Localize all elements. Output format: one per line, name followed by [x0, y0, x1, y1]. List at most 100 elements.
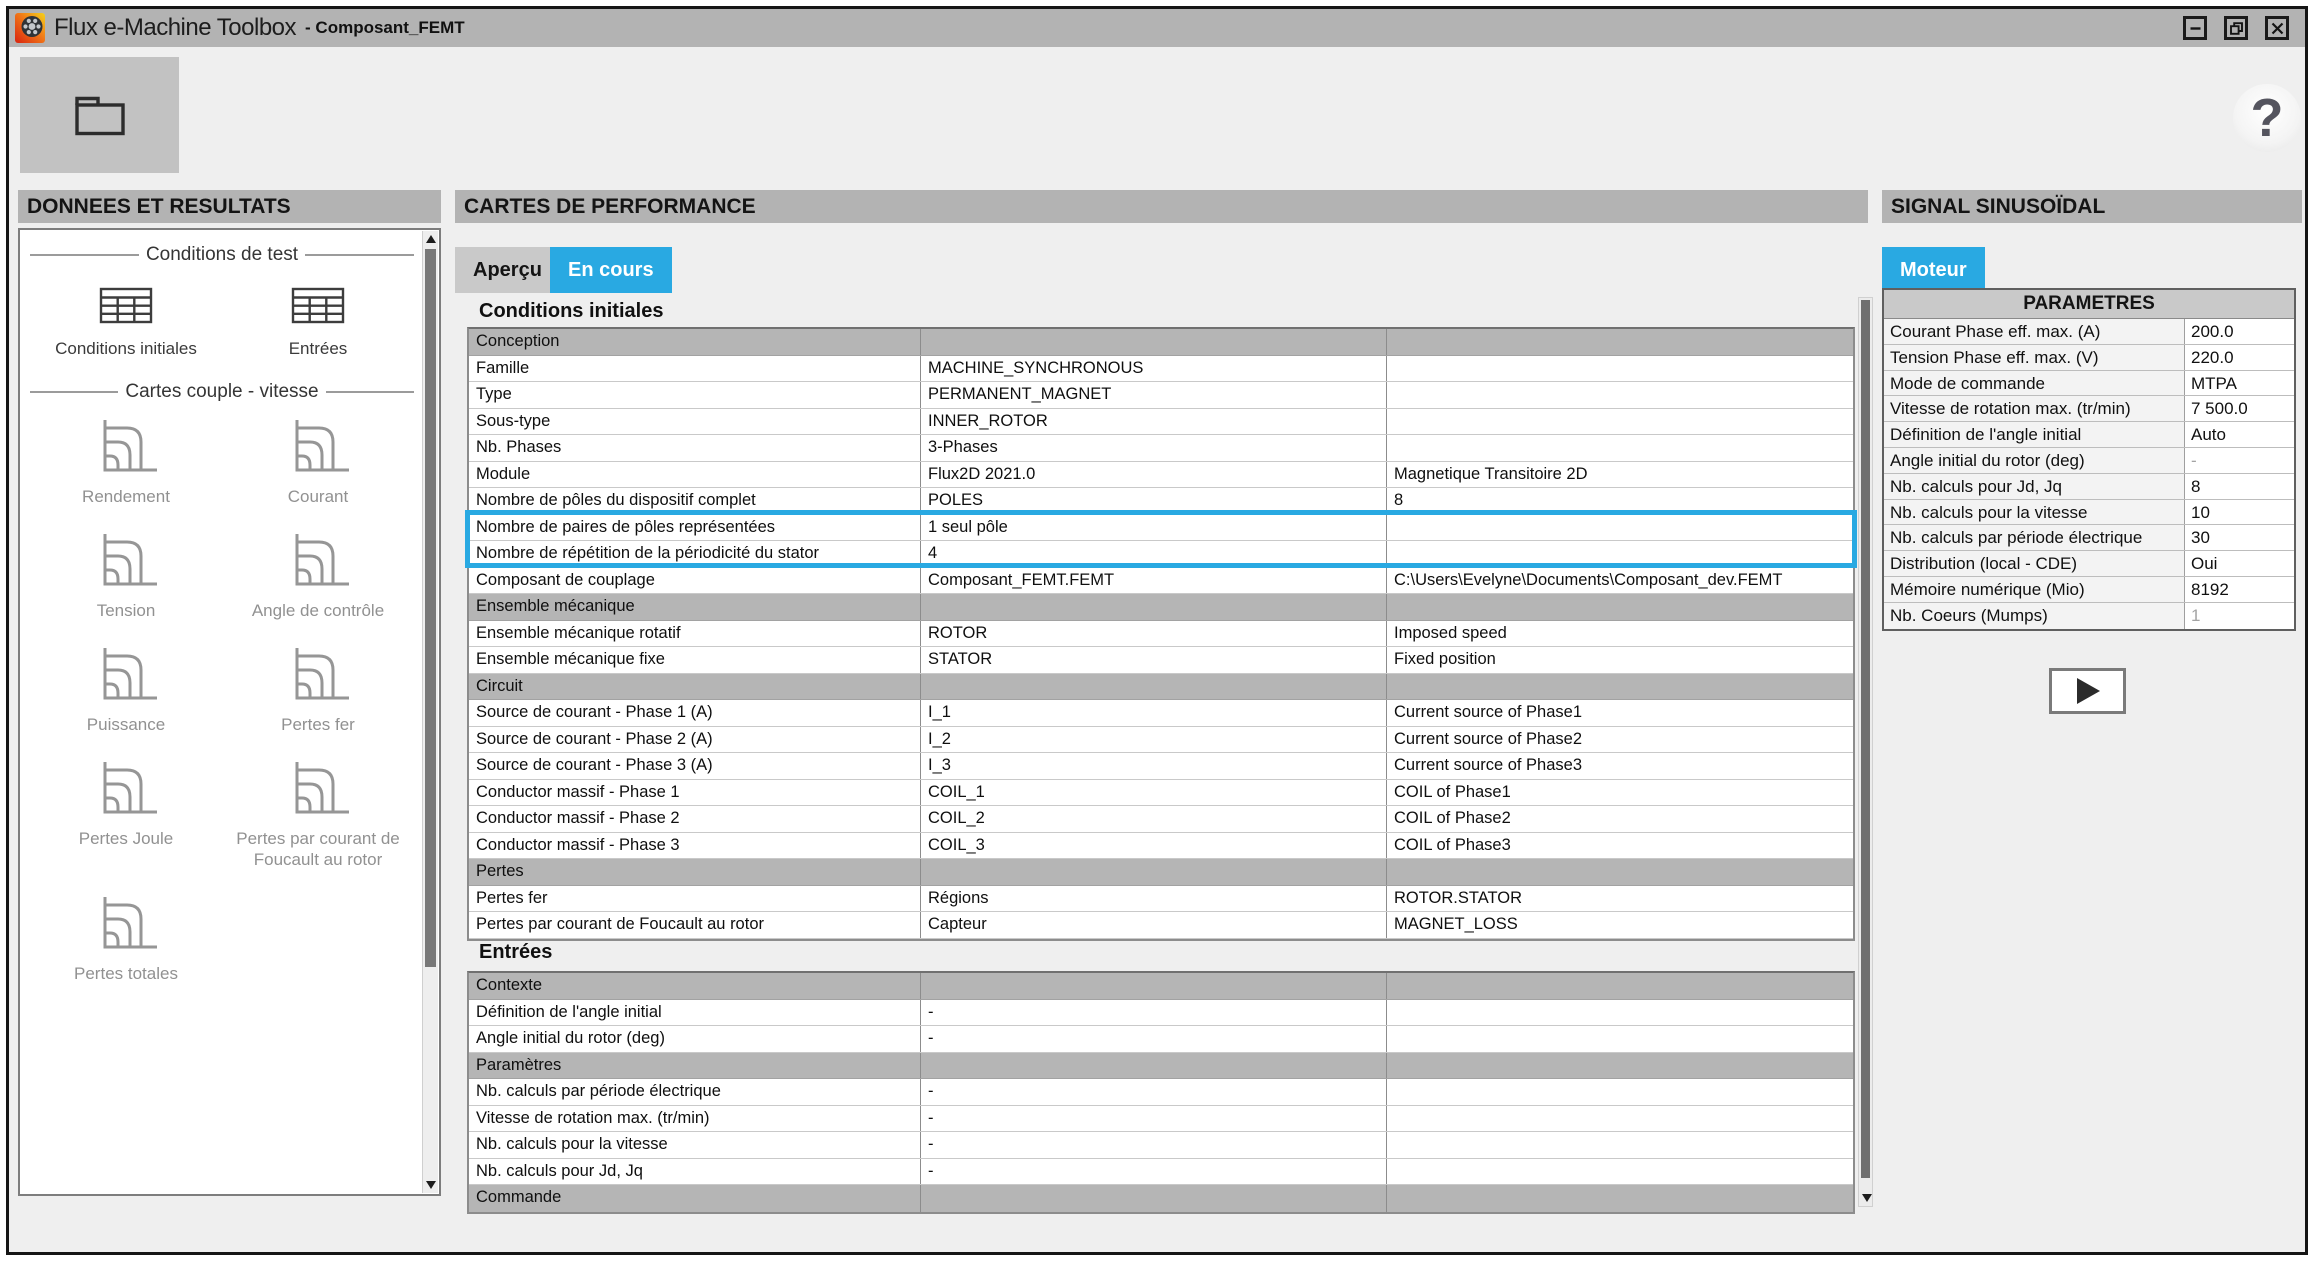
data-results-content: Conditions de test Conditions initiales En…	[20, 230, 422, 1194]
table-cell-c3	[1387, 409, 1853, 435]
table-cell-c1: Ensemble mécanique fixe	[469, 647, 921, 673]
test-card[interactable]: Entrées	[289, 282, 347, 359]
legend-line	[325, 391, 414, 393]
tab-en-cours[interactable]: En cours	[550, 247, 672, 293]
group-legend-label: Conditions de test	[145, 244, 299, 265]
parameter-value[interactable]: 200.0	[2185, 319, 2294, 344]
parameter-row: Tension Phase eff. max. (V) 220.0	[1884, 344, 2294, 371]
table-cell-c3	[1387, 1053, 1853, 1079]
window-controls	[2183, 16, 2289, 40]
table-cell-c3	[1387, 1185, 1853, 1212]
map-card[interactable]: Angle de contrôle	[252, 533, 384, 621]
parameter-value[interactable]: 1	[2185, 602, 2294, 629]
group-legend-label: Cartes couple - vitesse	[125, 381, 319, 402]
left-scrollbar-thumb[interactable]	[425, 249, 436, 967]
close-icon[interactable]	[2265, 16, 2289, 40]
open-project-button[interactable]	[20, 57, 179, 173]
parameter-value[interactable]: Auto	[2185, 422, 2294, 447]
table-cell-c3: C:\Users\Evelyne\Documents\Composant_dev…	[1394, 570, 1783, 589]
left-scrollbar[interactable]	[422, 231, 438, 1193]
parameter-label: Nb. calculs pour la vitesse	[1884, 499, 2185, 525]
help-icon[interactable]: ?	[2233, 84, 2301, 152]
tab-apercu[interactable]: Aperçu	[455, 247, 560, 293]
table-row: Ensemble mécanique fixe STATOR Fixed posit…	[469, 647, 1853, 674]
parameter-value[interactable]: 8	[2185, 473, 2294, 499]
table-row: Définition de l'angle initial -	[469, 999, 1853, 1026]
table-section-row: Paramètres	[469, 1052, 1853, 1079]
table-section-row: Circuit	[469, 673, 1853, 700]
map-icon	[286, 647, 350, 705]
table-row: Conductor massif - Phase 2 COIL_2 COIL of …	[469, 806, 1853, 833]
table-cell-c2: Régions	[921, 885, 1387, 911]
test-card[interactable]: Conditions initiales	[55, 282, 197, 359]
scroll-up-icon[interactable]	[425, 235, 436, 243]
map-card[interactable]: Rendement	[82, 419, 170, 507]
center-scrollbar-thumb[interactable]	[1861, 300, 1870, 1178]
map-card[interactable]: Puissance	[87, 647, 165, 735]
parameter-label: Nb. Coeurs (Mumps)	[1884, 602, 2185, 629]
restore-button[interactable]	[2224, 16, 2248, 40]
table-cell-c3	[1387, 435, 1853, 461]
minimize-button[interactable]	[2183, 16, 2207, 40]
icon-grid: Rendement Courant Tension Angle de contrôle…	[30, 419, 414, 984]
table-cell-c2: -	[921, 1079, 1387, 1105]
card-label: Tension	[96, 601, 156, 620]
parameter-value[interactable]: -	[2185, 447, 2294, 473]
parameter-label: Angle initial du rotor (deg)	[1884, 447, 2185, 473]
scroll-down-icon[interactable]	[1861, 1194, 1872, 1202]
table-row: Nb. calculs pour Jd, Jq -	[469, 1158, 1853, 1185]
table-cell-c2: I_1	[921, 700, 1387, 726]
parameter-value[interactable]: 10	[2185, 499, 2294, 525]
right-panel-header: SIGNAL SINUSOÏDAL	[1882, 190, 2302, 223]
table-cell-c1: Nb. calculs par période électrique	[469, 1079, 921, 1105]
tab-moteur[interactable]: Moteur	[1882, 247, 1985, 293]
scroll-down-icon[interactable]	[425, 1181, 436, 1189]
table-row: Nb. calculs pour la vitesse -	[469, 1132, 1853, 1159]
parameters-rows: Courant Phase eff. max. (A) 200.0 Tension …	[1884, 319, 2294, 629]
parameter-label: Courant Phase eff. max. (A)	[1884, 319, 2185, 344]
parameter-value[interactable]: 30	[2185, 525, 2294, 551]
run-button[interactable]	[2049, 668, 2126, 714]
map-card[interactable]: Courant	[286, 419, 350, 507]
table-cell-c3	[1387, 1106, 1853, 1132]
table-row: Pertes fer Régions ROTOR.STATOR	[469, 885, 1853, 912]
map-card[interactable]: Pertes fer	[281, 647, 355, 735]
parameter-value[interactable]: 8192	[2185, 576, 2294, 602]
table-cell-c2: ROTOR	[921, 620, 1387, 646]
parameter-value[interactable]: 7 500.0	[2185, 396, 2294, 422]
table-row: Composant de couplage Composant_FEMT.FEMT…	[469, 567, 1853, 594]
table-cell-c3: 8	[1394, 491, 1404, 509]
table-cell-c3: Current source of Phase1	[1394, 703, 1583, 721]
table-cell-c3: Current source of Phase3	[1394, 756, 1583, 774]
table-cell-c1: Conductor massif - Phase 1	[469, 779, 921, 805]
table-cell-c3	[1387, 356, 1853, 382]
card-label: Courant	[287, 487, 349, 506]
table-cell-c2: -	[921, 1105, 1387, 1131]
map-card[interactable]: Tension	[94, 533, 158, 621]
table-cell-c3	[1387, 329, 1853, 355]
table-cell-c2: -	[921, 1158, 1387, 1184]
table-cell-c2: MACHINE_SYNCHRONOUS	[921, 355, 1387, 381]
app-window: Flux e-Machine Toolbox - Composant_FEMT	[6, 6, 2308, 1255]
map-card[interactable]: Pertes totales	[74, 896, 178, 984]
table-cell-c3	[1387, 382, 1853, 408]
table-section-row: Conception	[469, 329, 1853, 356]
parameter-value[interactable]: MTPA	[2185, 370, 2294, 396]
center-scrollbar[interactable]	[1858, 297, 1873, 1207]
table-cell-c2: INNER_ROTOR	[921, 408, 1387, 434]
card-label: Angle de contrôle	[251, 601, 385, 620]
parameter-label: Définition de l'angle initial	[1884, 422, 2185, 447]
center-panel-header: CARTES DE PERFORMANCE	[455, 190, 1868, 223]
map-card[interactable]: Pertes Joule	[79, 761, 173, 870]
parameter-row: Angle initial du rotor (deg) -	[1884, 447, 2294, 474]
table-cell-c1: Sous-type	[469, 408, 921, 434]
parameter-value[interactable]: Oui	[2185, 551, 2294, 576]
table-row: Nb. Phases 3-Phases	[469, 435, 1853, 462]
parameter-row: Courant Phase eff. max. (A) 200.0	[1884, 319, 2294, 345]
parameter-label: Distribution (local - CDE)	[1884, 551, 2185, 576]
map-card[interactable]: Pertes par courant de Foucault au rotor	[222, 761, 414, 870]
table-cell-c2: COIL_1	[921, 779, 1387, 805]
parameter-value[interactable]: 220.0	[2185, 344, 2294, 370]
table-cell-c2: I_2	[921, 726, 1387, 752]
group-legend: Conditions de test	[30, 244, 414, 266]
